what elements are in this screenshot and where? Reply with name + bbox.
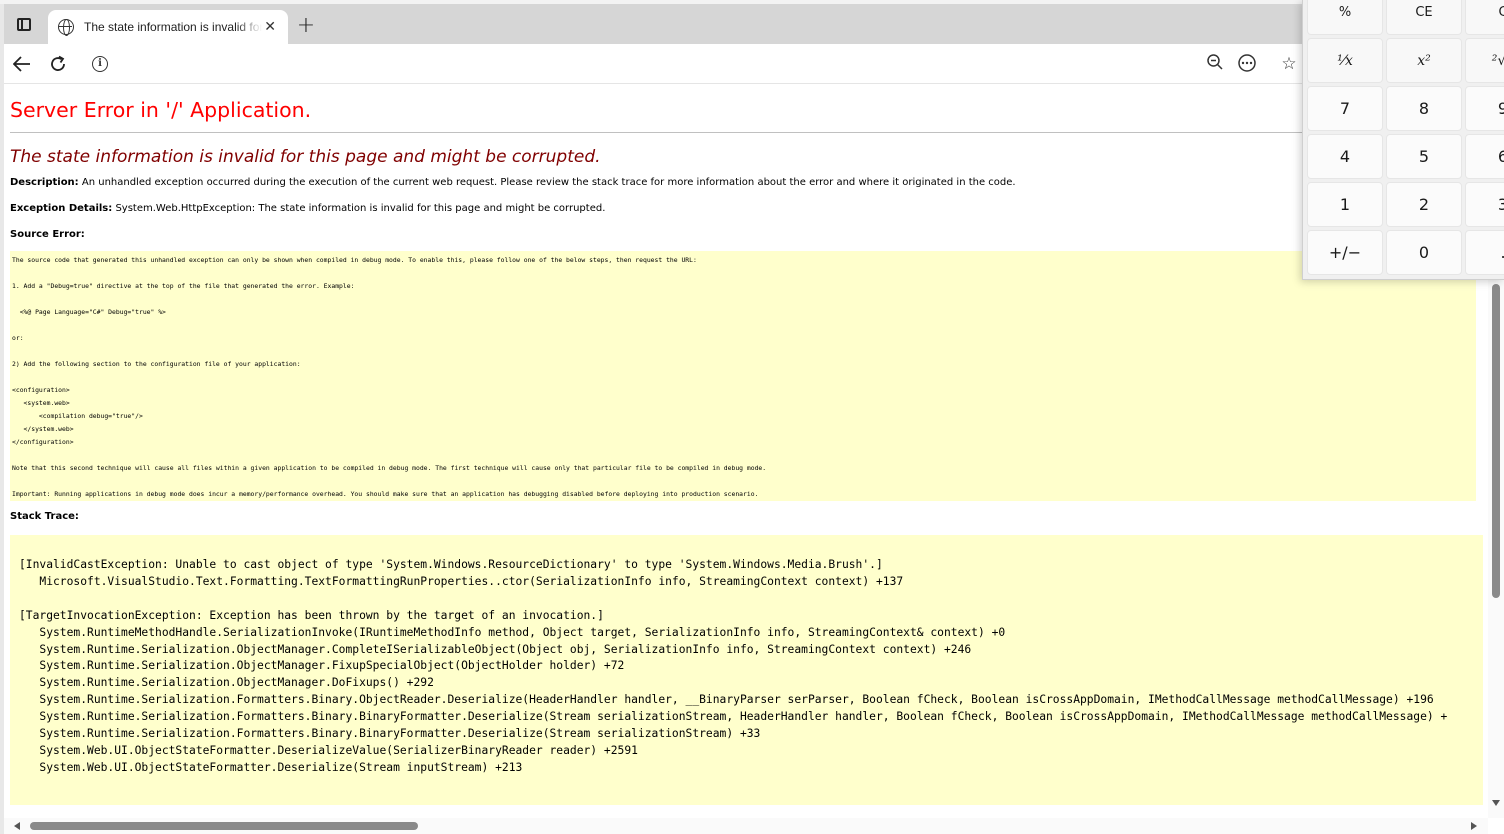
description-label: Description: [10,177,79,188]
stack-trace-line [19,591,1474,608]
refresh-button[interactable] [46,52,70,76]
tab-bar: The state information is invalid for thi… [4,4,1504,44]
source-error-line: <configuration> [12,386,70,394]
globe-icon [58,19,74,36]
stack-trace-line: System.Runtime.Serialization.Formatters.… [19,710,1448,724]
page-header: Server Error in '/' Application. [10,98,312,122]
zoom-out-icon[interactable] [1204,53,1226,75]
source-error-label: Source Error: [10,229,85,240]
error-title: The state information is invalid for thi… [10,147,601,167]
header-divider [10,132,1486,133]
active-tab[interactable]: The state information is invalid for thi… [48,10,288,44]
source-error-line: The source code that generated this unha… [12,256,697,264]
calculator-key[interactable]: +/− [1307,230,1383,275]
stack-trace-line: Microsoft.VisualStudio.Text.Formatting.T… [19,574,904,588]
exception-label: Exception Details: [10,203,113,214]
source-error-line [12,371,1474,384]
scroll-left-arrow-icon[interactable] [14,822,20,830]
calculator-key[interactable]: 4 [1307,134,1383,179]
calculator-key[interactable]: ¹⁄x [1307,38,1383,83]
calculator-key[interactable]: 6 [1465,134,1504,179]
calculator-key[interactable]: x² [1386,38,1462,83]
calculator-key[interactable]: . [1465,230,1504,275]
source-error-line: </system.web> [12,425,74,433]
scroll-down-arrow-icon[interactable] [1492,800,1500,806]
source-error-line: Important: Running applications in debug… [12,490,759,498]
stack-trace-line: System.Runtime.Serialization.ObjectManag… [19,659,625,673]
stack-trace-line: [TargetInvocationException: Exception ha… [19,608,604,622]
arrow-left-icon [13,56,30,72]
description-text: An unhandled exception occurred during t… [81,177,1016,188]
calculator-key[interactable]: C [1465,0,1504,35]
stack-trace-line: System.Runtime.Serialization.ObjectManag… [19,642,972,656]
calculator-key[interactable]: ²√x [1465,38,1504,83]
source-error-line: Note that this second technique will cau… [12,464,767,472]
stack-trace-line: System.Runtime.Serialization.Formatters.… [19,693,1434,707]
source-error-heading: Source Error: [10,229,1486,240]
source-error-line [12,293,1474,306]
calculator-key[interactable]: 2 [1386,182,1462,227]
favorite-star-icon[interactable]: ☆ [1278,53,1300,75]
stack-trace-line: [InvalidCastException: Unable to cast ob… [19,558,883,571]
stack-trace-line: System.Web.UI.ObjectStateFormatter.Deser… [19,743,638,757]
calculator-key[interactable]: 0 [1386,230,1462,275]
horizontal-scrollbar[interactable] [4,818,1488,834]
refresh-icon [51,55,65,71]
page-content: Server Error in '/' Application. The sta… [10,92,1486,812]
stack-trace-line: System.Web.UI.ObjectStateFormatter.Deser… [19,760,523,774]
description: Description: An unhandled exception occu… [10,177,1486,188]
source-error-line: 2) Add the following section to the conf… [12,360,301,368]
stack-trace-line: System.Runtime.Serialization.Formatters.… [19,727,761,741]
calculator-key[interactable]: 3 [1465,182,1504,227]
source-error-line: 1. Add a "Debug=true" directive at the t… [12,282,355,290]
calculator-key[interactable]: 5 [1386,134,1462,179]
calculator-key[interactable]: CE [1386,0,1462,35]
source-error-line: or: [12,334,24,342]
source-error-line: </configuration> [12,438,74,446]
calculator-window: %CEC ¹⁄xx²²√x 789 456 123 +/−0. [1302,0,1504,280]
site-info-icon[interactable]: i [92,56,108,72]
tab-actions-menu-icon[interactable] [10,10,38,38]
source-error-line: <compilation debug="true"/> [12,412,143,420]
horizontal-scroll-thumb[interactable] [30,822,418,830]
calculator-key[interactable]: 8 [1386,86,1462,131]
stack-trace-label: Stack Trace: [10,511,79,522]
vertical-scroll-thumb[interactable] [1492,284,1500,598]
calculator-key[interactable]: % [1307,0,1383,35]
stack-trace-line: System.Runtime.Serialization.ObjectManag… [19,676,434,690]
source-error-line [12,449,1474,462]
tab-title: The state information is invalid for thi… [84,20,263,34]
address-bar[interactable]: i ☆ [84,49,1304,79]
new-tab-button[interactable]: + [292,13,320,41]
scroll-right-arrow-icon[interactable] [1471,822,1477,830]
stack-trace-line: System.RuntimeMethodHandle.Serialization… [19,625,1006,639]
source-error-line [12,345,1474,358]
source-error-line [12,475,1474,488]
exception-text: System.Web.HttpException: The state info… [115,203,606,214]
source-error-line: <%@ Page Language="C#" Debug="true" %> [12,308,166,316]
source-error-box: The source code that generated this unha… [10,251,1476,501]
stack-trace-heading: Stack Trace: [10,511,1486,522]
stack-trace-box: [InvalidCastException: Unable to cast ob… [10,535,1483,805]
close-tab-icon[interactable]: ✕ [262,19,278,35]
source-error-line: <system.web> [12,399,70,407]
calculator-key[interactable]: 9 [1465,86,1504,131]
calculator-key[interactable]: 1 [1307,182,1383,227]
calculator-key[interactable]: 7 [1307,86,1383,131]
back-button[interactable] [10,52,34,76]
more-options-icon[interactable] [1236,53,1258,75]
browser-toolbar: i ☆ [4,44,1504,84]
source-error-line [12,319,1474,332]
exception-details: Exception Details: System.Web.HttpExcept… [10,203,1486,214]
source-error-line [12,267,1474,280]
